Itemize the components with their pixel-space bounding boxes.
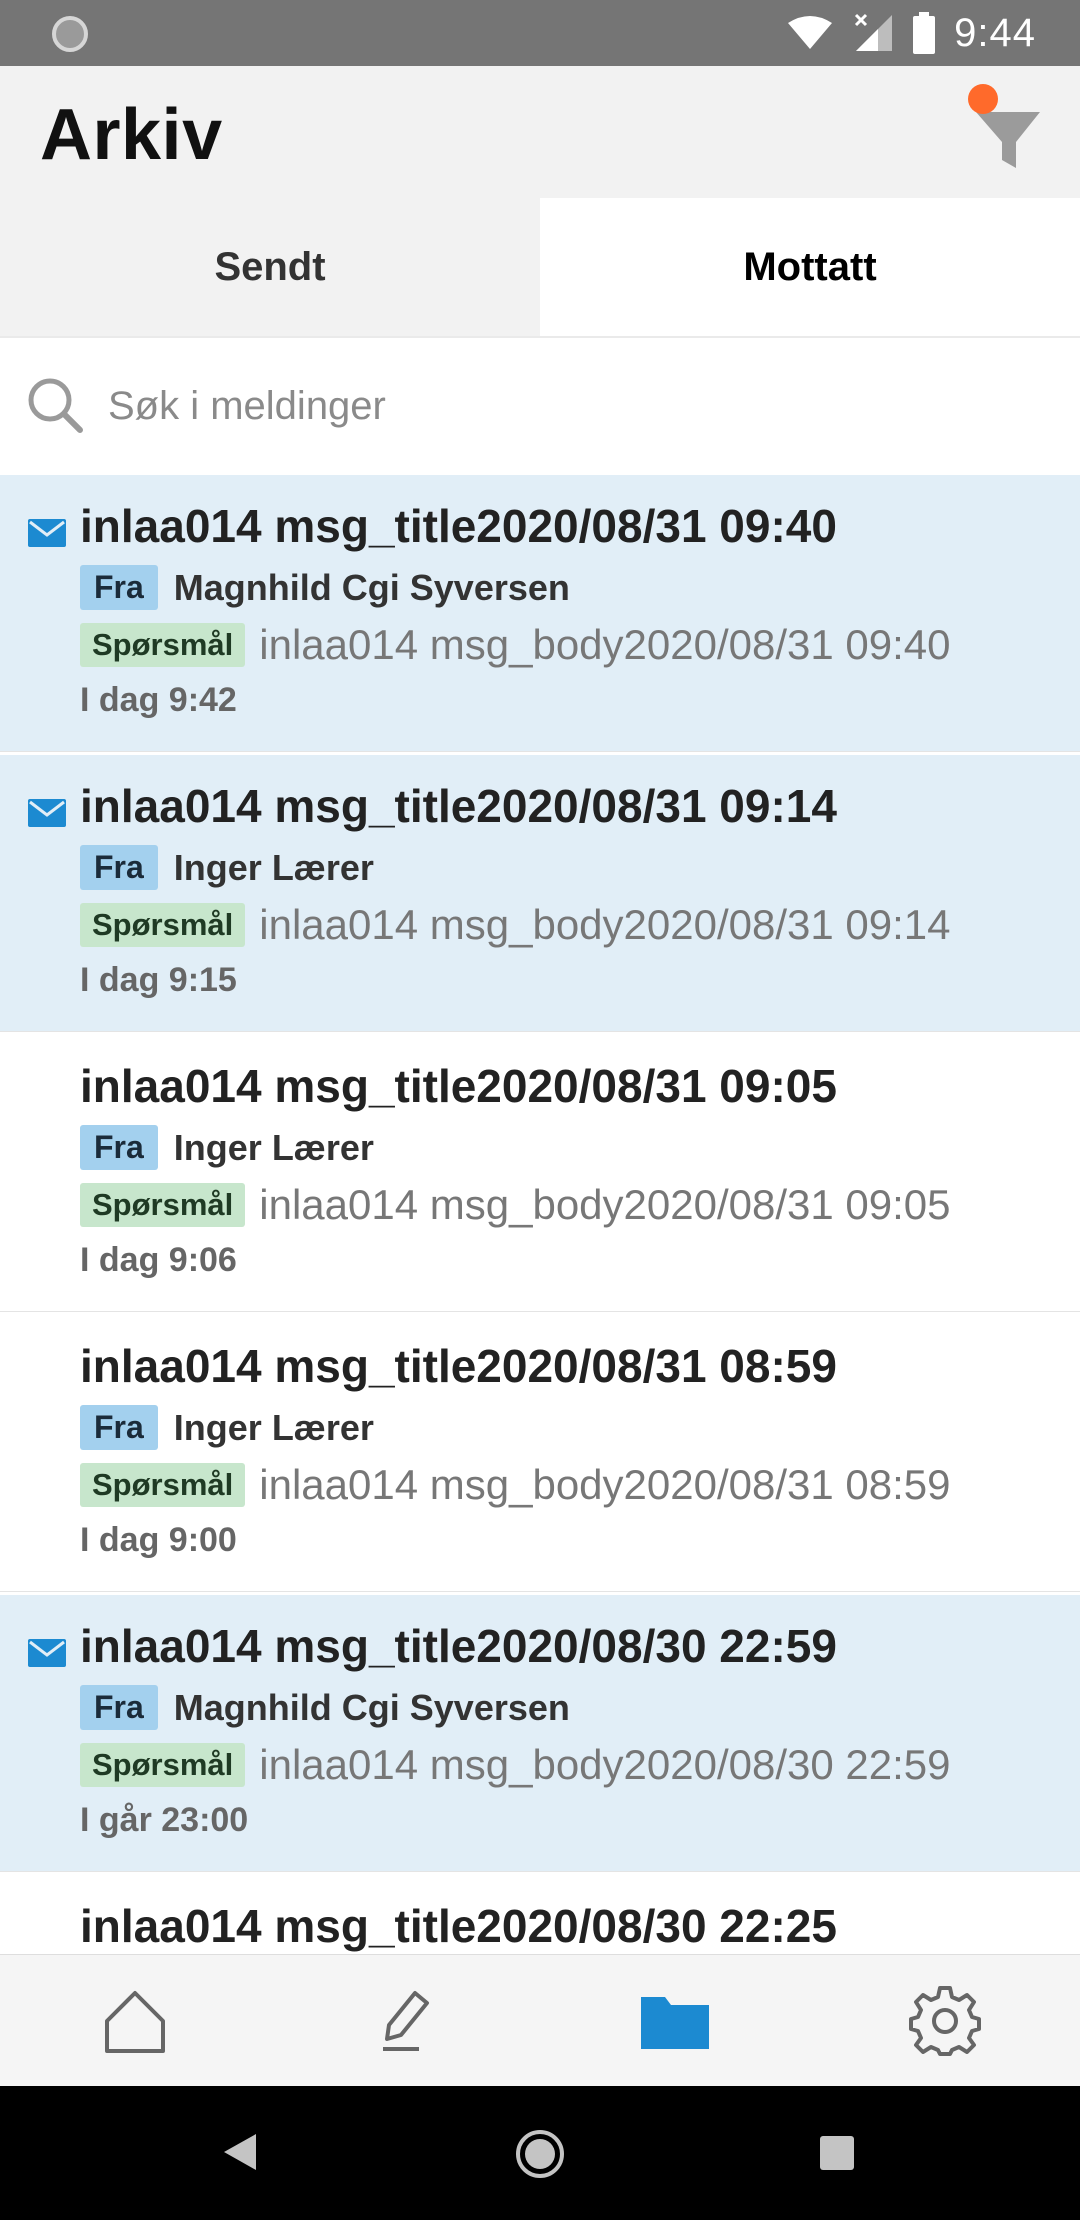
message-title: inlaa014 msg_title2020/08/31 09:40 (80, 500, 837, 552)
message-from-row: Fra Magnhild Cgi Syversen (80, 565, 570, 610)
status-indicators: 9:44 (786, 6, 1036, 60)
unread-envelope-icon (28, 799, 66, 827)
folder-icon (641, 1996, 709, 2049)
tab-mottatt[interactable]: Mottatt (540, 198, 1080, 336)
search-input[interactable] (108, 364, 1048, 448)
message-type-badge: Spørsmål (80, 1463, 246, 1507)
filter-active-indicator (968, 84, 998, 114)
message-sender: Inger Lærer (173, 1126, 374, 1168)
system-navigation-bar (0, 2086, 1080, 2220)
message-title: inlaa014 msg_title2020/08/30 22:25 (80, 1900, 837, 1952)
from-badge: Fra (80, 565, 158, 610)
sync-status-icon (52, 16, 88, 52)
message-from-row: Fra Inger Lærer (80, 1125, 374, 1170)
message-timestamp: I dag 9:00 (80, 1521, 237, 1559)
message-preview: inlaa014 msg_body2020/08/31 09:14 (259, 901, 951, 948)
from-badge: Fra (80, 1405, 158, 1450)
from-badge: Fra (80, 1125, 158, 1170)
unread-envelope-icon (28, 1639, 66, 1667)
message-sender: Inger Lærer (173, 1406, 374, 1448)
home-icon (105, 1990, 165, 2053)
tab-bar: Sendt Mottatt (0, 198, 1080, 336)
message-item[interactable]: inlaa014 msg_title2020/08/31 09:40 Fra M… (0, 472, 1080, 752)
message-preview: inlaa014 msg_body2020/08/31 09:05 (259, 1181, 951, 1228)
filter-button[interactable] (962, 80, 1048, 170)
message-type-badge: Spørsmål (80, 1183, 246, 1227)
message-body-row: Spørsmål inlaa014 msg_body2020/08/31 09:… (80, 901, 951, 949)
message-body-row: Spørsmål inlaa014 msg_body2020/08/30 22:… (80, 1741, 951, 1789)
message-title: inlaa014 msg_title2020/08/30 22:59 (80, 1620, 837, 1672)
nav-home[interactable] (0, 1955, 270, 2086)
status-bar: 9:44 (0, 0, 1080, 66)
tab-sendt[interactable]: Sendt (0, 198, 540, 336)
message-from-row: Fra Inger Lærer (80, 1405, 374, 1450)
from-badge: Fra (80, 845, 158, 890)
message-body-row: Spørsmål inlaa014 msg_body2020/08/31 08:… (80, 1461, 951, 1509)
message-from-row: Fra Inger Lærer (80, 845, 374, 890)
message-item[interactable]: inlaa014 msg_title2020/08/30 22:59 Fra M… (0, 1592, 1080, 1872)
home-circle-icon[interactable] (514, 2128, 566, 2180)
message-sender: Magnhild Cgi Syversen (173, 1686, 570, 1728)
message-timestamp: I dag 9:06 (80, 1241, 237, 1279)
message-preview: inlaa014 msg_body2020/08/31 08:59 (259, 1461, 951, 1508)
pencil-icon (383, 1990, 429, 2051)
app-header: Arkiv (0, 66, 1080, 198)
message-timestamp: I dag 9:15 (80, 961, 237, 999)
message-body-row: Spørsmål inlaa014 msg_body2020/08/31 09:… (80, 1181, 951, 1229)
message-title: inlaa014 msg_title2020/08/31 09:14 (80, 780, 837, 832)
nav-settings[interactable] (810, 1955, 1080, 2086)
message-type-badge: Spørsmål (80, 903, 246, 947)
signal-icon (855, 13, 893, 51)
message-item[interactable]: inlaa014 msg_title2020/08/31 08:59 Fra I… (0, 1312, 1080, 1592)
message-timestamp: I går 23:00 (80, 1801, 249, 1839)
message-item[interactable]: inlaa014 msg_title2020/08/31 09:05 Fra I… (0, 1032, 1080, 1312)
back-icon[interactable] (222, 2132, 258, 2172)
message-body-row: Spørsmål inlaa014 msg_body2020/08/31 09:… (80, 621, 951, 669)
message-item[interactable]: inlaa014 msg_title2020/08/30 22:25 (0, 1872, 1080, 1954)
message-preview: inlaa014 msg_body2020/08/30 22:59 (259, 1741, 951, 1788)
search-icon (28, 378, 83, 433)
recents-icon[interactable] (820, 2136, 854, 2170)
message-type-badge: Spørsmål (80, 1743, 246, 1787)
message-sender: Magnhild Cgi Syversen (173, 566, 570, 608)
message-from-row: Fra Magnhild Cgi Syversen (80, 1685, 570, 1730)
battery-icon (913, 12, 936, 54)
message-title: inlaa014 msg_title2020/08/31 09:05 (80, 1060, 837, 1112)
message-item[interactable]: inlaa014 msg_title2020/08/31 09:14 Fra I… (0, 752, 1080, 1032)
gear-icon (909, 1985, 981, 2056)
nav-archive[interactable] (540, 1955, 810, 2086)
from-badge: Fra (80, 1685, 158, 1730)
bottom-navigation (0, 1954, 1080, 2086)
message-sender: Inger Lærer (173, 846, 374, 888)
message-title: inlaa014 msg_title2020/08/31 08:59 (80, 1340, 837, 1392)
nav-compose[interactable] (270, 1955, 540, 2086)
search-bar (0, 336, 1080, 472)
wifi-icon (788, 16, 833, 49)
message-type-badge: Spørsmål (80, 623, 246, 667)
status-clock: 9:44 (954, 10, 1036, 55)
message-timestamp: I dag 9:42 (80, 681, 237, 719)
unread-envelope-icon (28, 519, 66, 547)
message-preview: inlaa014 msg_body2020/08/31 09:40 (259, 621, 951, 668)
message-list[interactable]: inlaa014 msg_title2020/08/31 09:40 Fra M… (0, 472, 1080, 1954)
page-title: Arkiv (40, 95, 223, 175)
